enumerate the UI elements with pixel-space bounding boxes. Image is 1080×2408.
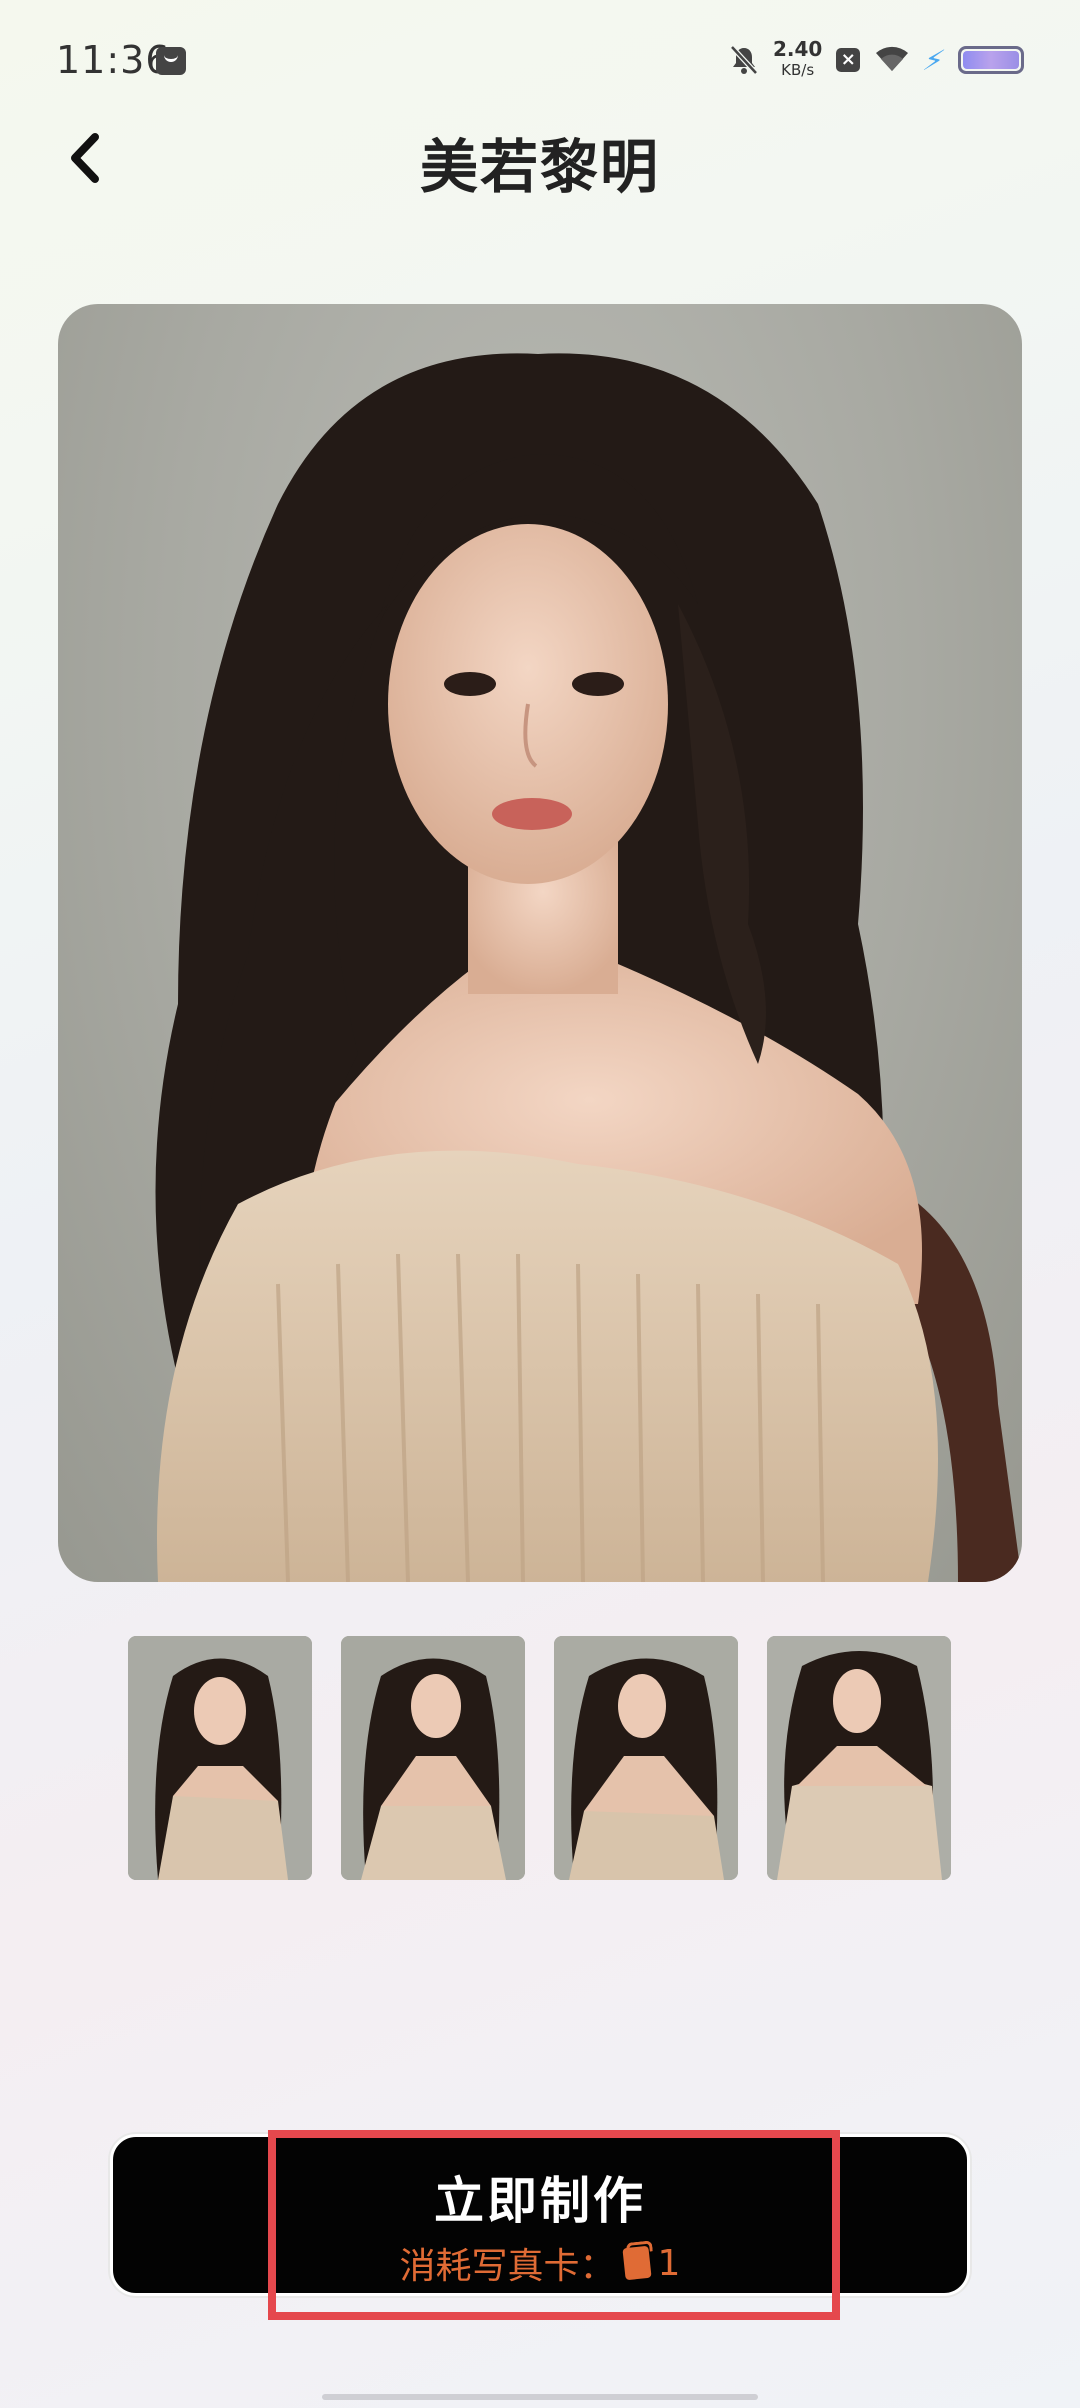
status-time: 11:36 xyxy=(56,38,171,82)
thumbnail-2[interactable] xyxy=(341,1636,525,1880)
page-title: 美若黎明 xyxy=(419,133,660,201)
charging-icon: ⚡ xyxy=(919,43,949,77)
thumbnail-1[interactable] xyxy=(128,1636,312,1880)
bell-muted-icon xyxy=(729,44,759,76)
box-x-icon: × xyxy=(836,48,861,72)
net-speed-value: 2.40 xyxy=(772,37,823,61)
status-icons: 2.40 KB/s × ⚡ xyxy=(729,37,1024,80)
main-portrait-photo xyxy=(58,304,1022,1582)
notification-app-icon xyxy=(156,47,186,75)
highlight-box xyxy=(268,2130,840,2320)
thumbnail-4[interactable] xyxy=(767,1636,951,1880)
thumbnail-strip xyxy=(128,1636,951,1880)
battery-fill xyxy=(963,51,1019,69)
wifi-icon xyxy=(874,43,910,77)
thumbnail-3[interactable] xyxy=(554,1636,738,1880)
home-indicator[interactable] xyxy=(322,2394,758,2400)
status-bar: 11:36 2.40 KB/s × ⚡ xyxy=(0,0,1080,120)
battery-icon xyxy=(958,46,1024,74)
net-speed-unit: KB/s xyxy=(781,61,815,79)
net-speed: 2.40 KB/s xyxy=(772,37,823,80)
